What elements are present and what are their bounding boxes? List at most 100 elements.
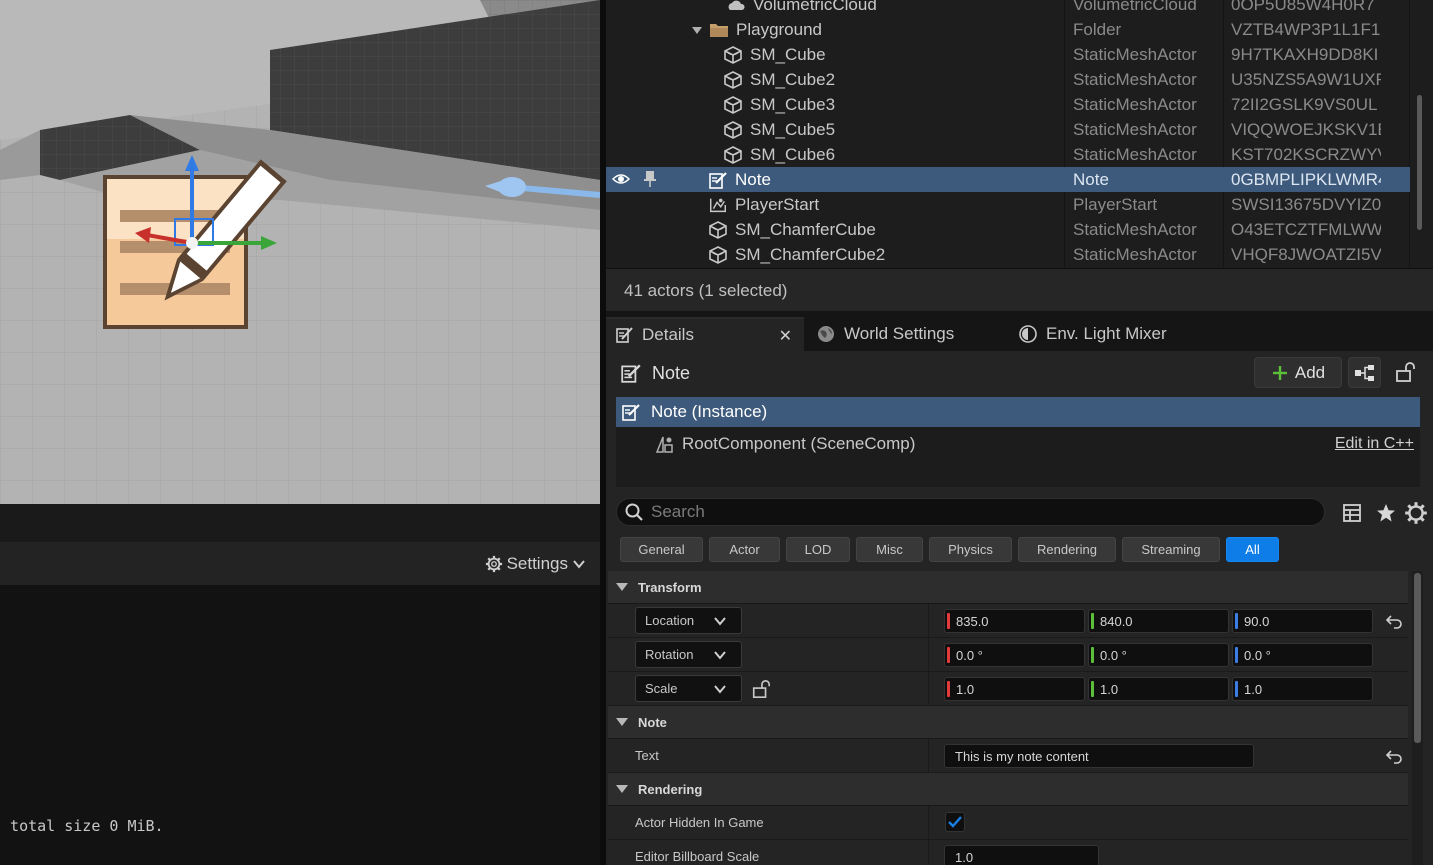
chevron-down-icon bbox=[714, 651, 726, 660]
filter-actor[interactable]: Actor bbox=[709, 537, 780, 562]
reset-to-default-icon[interactable] bbox=[1385, 612, 1403, 630]
property-row-rotation: Rotation 0.0 ° 0.0 ° 0.0 ° bbox=[608, 638, 1408, 672]
edit-in-cpp-link[interactable]: Edit in C++ bbox=[1335, 435, 1414, 453]
details-scrollbar[interactable] bbox=[1414, 573, 1421, 743]
folder-icon bbox=[709, 20, 729, 40]
category-rendering[interactable]: Rendering bbox=[608, 773, 1408, 806]
category-note[interactable]: Note bbox=[608, 706, 1408, 739]
level-viewport[interactable] bbox=[0, 0, 600, 504]
details-icon bbox=[616, 327, 633, 343]
actor-type: StaticMeshActor bbox=[1073, 244, 1197, 264]
rotation-y-field[interactable]: 0.0 ° bbox=[1088, 643, 1229, 667]
component-row-root[interactable]: RootComponent (SceneComp) Edit in C++ bbox=[616, 429, 1420, 459]
outliner-row[interactable]: VolumetricCloud VolumetricCloud 0OP5U85W4H… bbox=[606, 0, 1410, 17]
field-value: 1.0 bbox=[1100, 681, 1119, 697]
outliner-row[interactable]: SM_ChamferCube StaticMeshActor O43ETCZTFML… bbox=[606, 217, 1410, 242]
actor-type: StaticMeshActor bbox=[1073, 94, 1197, 114]
tab-world-settings[interactable]: World Settings bbox=[808, 317, 998, 351]
blueprint-button[interactable] bbox=[1348, 357, 1381, 388]
actor-type: StaticMeshActor bbox=[1073, 119, 1197, 139]
add-component-button[interactable]: Add bbox=[1254, 357, 1342, 388]
expand-arrow-icon bbox=[616, 785, 628, 793]
field-value: 835.0 bbox=[956, 613, 989, 629]
location-x-field[interactable]: 835.0 bbox=[944, 609, 1085, 633]
property-grid: Transform Location 835.0 840.0 90.0 Rota… bbox=[608, 571, 1408, 865]
filter-lod[interactable]: LOD bbox=[786, 537, 850, 562]
category-label: Rendering bbox=[638, 781, 703, 797]
location-y-field[interactable]: 840.0 bbox=[1088, 609, 1229, 633]
property-label: Actor Hidden In Game bbox=[635, 815, 764, 830]
actor-id: SWSI13675DVYIZ0 bbox=[1231, 194, 1381, 214]
filter-rendering[interactable]: Rendering bbox=[1018, 537, 1116, 562]
close-icon[interactable]: ✕ bbox=[779, 326, 792, 346]
location-z-field[interactable]: 90.0 bbox=[1232, 609, 1373, 633]
filter-general[interactable]: General bbox=[620, 537, 703, 562]
note-text-field[interactable]: This is my note content bbox=[944, 744, 1254, 768]
expand-arrow-icon[interactable] bbox=[692, 25, 702, 35]
world-outliner[interactable]: VolumetricCloud VolumetricCloud 0OP5U85W4H… bbox=[606, 0, 1433, 268]
outliner-scrollbar[interactable] bbox=[1417, 95, 1422, 230]
actor-hidden-checkbox[interactable] bbox=[945, 812, 965, 832]
star-icon[interactable] bbox=[1374, 501, 1398, 525]
actor-id: 0OP5U85W4H0R7 bbox=[1231, 0, 1375, 14]
scale-mode-dropdown[interactable]: Scale bbox=[635, 675, 742, 702]
actor-label: SM_ChamferCube2 bbox=[735, 244, 886, 264]
scale-x-field[interactable]: 1.0 bbox=[944, 677, 1085, 701]
unlock-icon[interactable] bbox=[751, 679, 771, 699]
hierarchy-icon bbox=[1354, 364, 1374, 381]
component-row-note[interactable]: Note (Instance) bbox=[616, 397, 1420, 427]
details-header: Note Add bbox=[606, 351, 1433, 393]
outliner-row[interactable]: Note Note 0GBMPLIPKLWMR4 bbox=[606, 167, 1410, 192]
pin-icon[interactable] bbox=[643, 170, 657, 188]
outliner-row[interactable]: SM_Cube3 StaticMeshActor 72II2GSLK9VS0UL bbox=[606, 92, 1410, 117]
billboard-scale-field[interactable]: 1.0 bbox=[944, 845, 1099, 865]
search-input[interactable] bbox=[651, 502, 1301, 522]
log-settings-button[interactable]: Settings bbox=[485, 554, 586, 574]
tab-details[interactable]: Details ✕ bbox=[606, 317, 804, 351]
actor-label: SM_Cube2 bbox=[750, 69, 836, 89]
location-mode-dropdown[interactable]: Location bbox=[635, 607, 742, 634]
filter-physics[interactable]: Physics bbox=[929, 537, 1012, 562]
visibility-eye-icon[interactable] bbox=[612, 171, 630, 187]
outliner-row[interactable]: SM_Cube6 StaticMeshActor KST702KSCRZWYV bbox=[606, 142, 1410, 167]
chevron-down-icon bbox=[573, 560, 585, 569]
filter-misc[interactable]: Misc bbox=[856, 537, 923, 562]
rotation-z-field[interactable]: 0.0 ° bbox=[1232, 643, 1373, 667]
details-panel: Note Add Note (Instance) RootComponent (… bbox=[606, 351, 1433, 865]
unlock-icon[interactable] bbox=[1394, 361, 1416, 383]
filter-all[interactable]: All bbox=[1226, 537, 1279, 562]
property-row-billboard-scale: Editor Billboard Scale 1.0 bbox=[608, 840, 1408, 865]
actor-id: U35NZS5A9W1UXF bbox=[1231, 69, 1381, 89]
property-row-actor-hidden: Actor Hidden In Game bbox=[608, 806, 1408, 840]
dropdown-label: Rotation bbox=[645, 647, 694, 662]
actor-label: Note bbox=[735, 169, 771, 189]
actor-id: VZTB4WP3P1L1F1 bbox=[1231, 19, 1381, 39]
tab-env-light-mixer[interactable]: Env. Light Mixer bbox=[1010, 317, 1200, 351]
outliner-row[interactable]: SM_ChamferCube2 StaticMeshActor VHQF8JWOAT… bbox=[606, 242, 1410, 267]
component-label: Note (Instance) bbox=[651, 402, 768, 421]
rotation-mode-dropdown[interactable]: Rotation bbox=[635, 641, 742, 668]
scale-y-field[interactable]: 1.0 bbox=[1088, 677, 1229, 701]
outliner-row[interactable]: Playground Folder VZTB4WP3P1L1F1 bbox=[606, 17, 1410, 42]
log-output[interactable]: n total size 0 MiB. bbox=[0, 586, 600, 865]
outliner-row[interactable]: SM_Cube StaticMeshActor 9H7TKAXH9DD8KI bbox=[606, 42, 1410, 67]
components-tree[interactable]: Note (Instance) RootComponent (SceneComp… bbox=[616, 397, 1420, 487]
actor-id: KST702KSCRZWYV bbox=[1231, 144, 1381, 164]
outliner-row[interactable]: PlayerStart PlayerStart SWSI13675DVYIZ0 bbox=[606, 192, 1410, 217]
rotation-x-field[interactable]: 0.0 ° bbox=[944, 643, 1085, 667]
field-value: 0.0 ° bbox=[1100, 647, 1127, 663]
note-billboard-icon[interactable] bbox=[95, 155, 295, 335]
actor-id: O43ETCZTFMLWWI bbox=[1231, 219, 1381, 239]
gear-icon[interactable] bbox=[1404, 501, 1428, 525]
category-transform[interactable]: Transform bbox=[608, 571, 1408, 604]
light-mixer-icon bbox=[1019, 325, 1037, 343]
filter-streaming[interactable]: Streaming bbox=[1122, 537, 1220, 562]
table-view-icon[interactable] bbox=[1340, 501, 1364, 525]
reset-to-default-icon[interactable] bbox=[1385, 747, 1403, 765]
outliner-row[interactable]: SM_Cube2 StaticMeshActor U35NZS5A9W1UXF bbox=[606, 67, 1410, 92]
actor-label: SM_ChamferCube bbox=[735, 219, 876, 239]
scale-z-field[interactable]: 1.0 bbox=[1232, 677, 1373, 701]
details-search[interactable] bbox=[616, 498, 1325, 526]
outliner-row[interactable]: SM_Cube5 StaticMeshActor VIQQWOEJKSKV1E bbox=[606, 117, 1410, 142]
viewport-scene bbox=[0, 0, 600, 504]
